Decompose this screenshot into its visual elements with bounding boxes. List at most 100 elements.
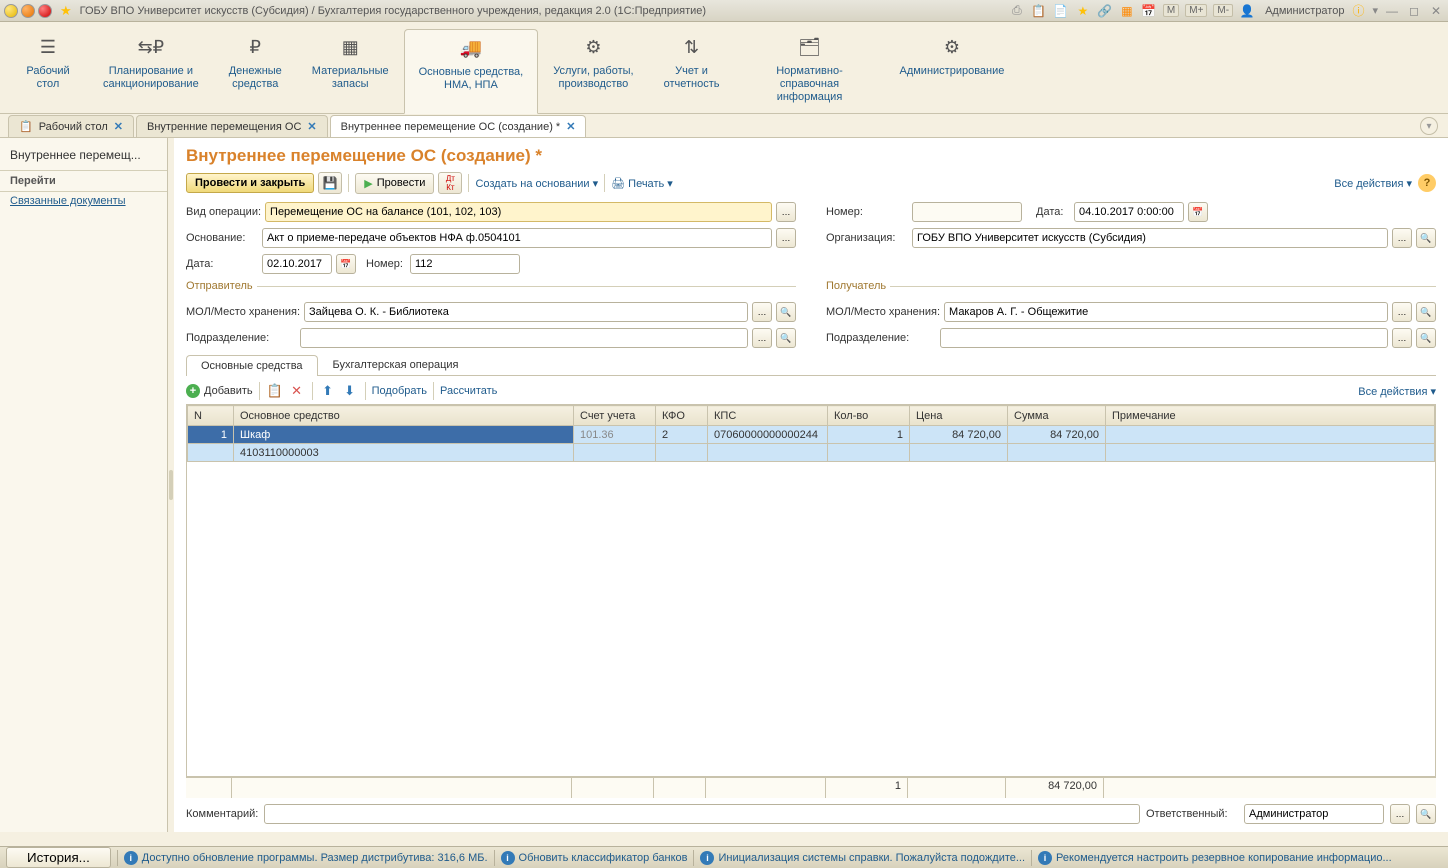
col-qty[interactable]: Кол-во [828,406,910,426]
col-asset[interactable]: Основное средство [234,406,574,426]
receiver-dept-input[interactable] [940,328,1388,348]
open-button[interactable]: 🔍 [776,328,796,348]
doc-icon[interactable]: 📄 [1053,3,1069,19]
open-button[interactable]: 🔍 [1416,302,1436,322]
calendar-icon[interactable]: 📅 [1141,3,1157,19]
select-button[interactable]: … [1392,228,1412,248]
expand-tabs-icon[interactable]: ▾ [1420,117,1438,135]
calendar-button[interactable]: 📅 [1188,202,1208,222]
minimize-icon[interactable]: — [1384,3,1400,19]
base-input[interactable] [262,228,772,248]
nav-goto[interactable]: Перейти [0,170,167,192]
delete-icon[interactable]: ✕ [288,382,306,400]
close-icon[interactable]: ✕ [1428,3,1444,19]
col-account[interactable]: Счет учета [574,406,656,426]
tab-list[interactable]: Внутренние перемещения ОС✕ [136,115,328,137]
col-sum[interactable]: Сумма [1008,406,1106,426]
select-button[interactable]: … [1392,328,1412,348]
section-planning[interactable]: ⇆₽Планирование и санкционирование [88,28,214,113]
select-button[interactable]: … [776,202,796,222]
section-admin[interactable]: ⚙Администрирование [884,28,1019,113]
info-icon[interactable]: ⓘ [1350,3,1366,19]
section-reports[interactable]: ⇅Учет и отчетность [649,28,735,113]
maximize-icon[interactable]: ◻ [1406,3,1422,19]
all-actions-dropdown[interactable]: Все действия ▾ [1358,386,1436,398]
col-kfo[interactable]: КФО [656,406,708,426]
section-services[interactable]: ⚙Услуги, работы, производство [538,28,648,113]
status-update[interactable]: iДоступно обновление программы. Размер д… [124,851,488,865]
resp-input[interactable] [1244,804,1384,824]
sender-mol-input[interactable] [304,302,748,322]
select-button[interactable]: … [1390,804,1410,824]
tab-doc[interactable]: Внутреннее перемещение ОС (создание) *✕ [330,115,587,137]
tab-close-icon[interactable]: ✕ [566,120,575,133]
favorite-icon[interactable]: ★ [1075,3,1091,19]
close-btn[interactable] [38,4,52,18]
nav-related-docs[interactable]: Связанные документы [0,192,167,210]
col-kps[interactable]: КПС [708,406,828,426]
table-row[interactable]: 1 Шкаф 101.36 2 07060000000000244 1 84 7… [188,426,1435,444]
dt-kt-button[interactable]: ДтКт [438,172,462,194]
select-button[interactable]: … [752,302,772,322]
m-plus-button[interactable]: М+ [1185,4,1207,17]
open-button[interactable]: 🔍 [1416,804,1436,824]
comment-input[interactable] [264,804,1140,824]
copy-icon[interactable]: 📋 [1031,3,1047,19]
receiver-mol-input[interactable] [944,302,1388,322]
open-button[interactable]: 🔍 [1416,328,1436,348]
col-price[interactable]: Цена [910,406,1008,426]
section-desktop[interactable]: ☰Рабочий стол [8,28,88,113]
post-button[interactable]: ▶Провести [355,173,434,194]
user-label[interactable]: Администратор [1265,5,1344,17]
col-n[interactable]: N [188,406,234,426]
section-materials[interactable]: ▦Материальные запасы [297,28,404,113]
status-backup[interactable]: iРекомендуется настроить резервное копир… [1038,851,1392,865]
history-button[interactable]: История... [6,847,111,868]
date2-label: Дата: [1036,206,1070,218]
all-actions-dropdown[interactable]: Все действия ▾ [1334,177,1412,190]
sender-dept-input[interactable] [300,328,748,348]
calendar-button[interactable]: 📅 [336,254,356,274]
m-button[interactable]: М [1163,4,1179,17]
down-icon[interactable]: ⬇ [341,382,359,400]
tab-close-icon[interactable]: ✕ [307,120,316,133]
main-area: Внутреннее перемещ... Перейти Связанные … [0,138,1448,832]
copy-icon[interactable]: 📋 [266,382,284,400]
create-based-dropdown[interactable]: Создать на основании ▾ [475,177,598,190]
open-button[interactable]: 🔍 [1416,228,1436,248]
add-button[interactable]: +Добавить [186,384,253,398]
status-banks[interactable]: iОбновить классификатор банков [501,851,688,865]
star-icon[interactable]: ★ [60,3,72,19]
calc-button[interactable]: Рассчитать [440,385,497,397]
table-row[interactable]: 4103110000003 [188,444,1435,462]
print-dropdown[interactable]: 🖨 Печать ▾ [611,177,673,190]
up-icon[interactable]: ⬆ [319,382,337,400]
op-type-input[interactable] [265,202,772,222]
select-button[interactable]: Подобрать [372,385,427,397]
tab-assets[interactable]: Основные средства [186,355,318,376]
org-input[interactable] [912,228,1388,248]
m-minus-button[interactable]: М- [1213,4,1233,17]
open-button[interactable]: 🔍 [776,302,796,322]
col-note[interactable]: Примечание [1106,406,1435,426]
post-close-button[interactable]: Провести и закрыть [186,173,314,193]
date2-input[interactable] [1074,202,1184,222]
minimize-btn[interactable] [21,4,35,18]
help-icon[interactable]: ? [1418,174,1436,192]
tab-accounting[interactable]: Бухгалтерская операция [318,354,474,375]
select-button[interactable]: … [1392,302,1412,322]
tab-desktop[interactable]: 📋Рабочий стол✕ [8,115,134,137]
select-button[interactable]: … [752,328,772,348]
status-help[interactable]: iИнициализация системы справки. Пожалуйс… [700,851,1025,865]
date-input[interactable] [262,254,332,274]
link-icon[interactable]: 🔗 [1097,3,1113,19]
select-button[interactable]: … [776,228,796,248]
num-input[interactable] [410,254,520,274]
tab-close-icon[interactable]: ✕ [114,120,123,133]
save-button[interactable]: 💾 [318,172,342,194]
section-money[interactable]: ₽Денежные средства [214,28,297,113]
section-assets[interactable]: 🚚Основные средства, НМА, НПА [404,29,539,114]
section-reference[interactable]: 🗂Нормативно-справочная информация [734,28,884,113]
print-icon[interactable]: ⎙ [1009,3,1025,19]
grid-icon[interactable]: ▦ [1119,3,1135,19]
